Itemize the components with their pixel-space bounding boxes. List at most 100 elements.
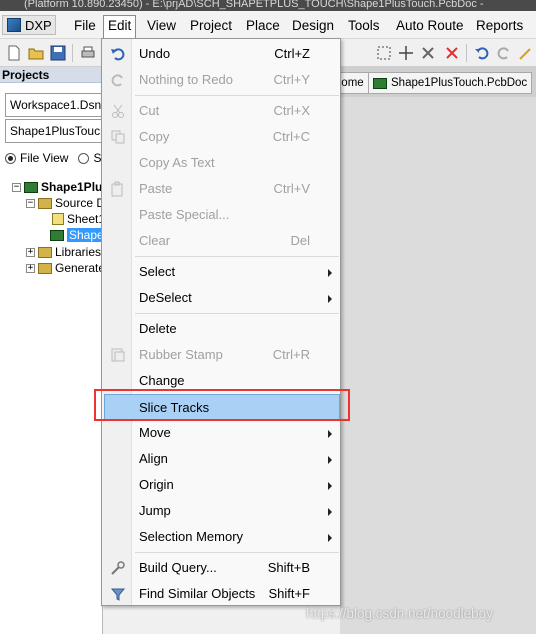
pcb-canvas[interactable] <box>340 97 536 634</box>
menu-project[interactable]: Project <box>186 15 236 36</box>
folder-icon <box>38 197 52 209</box>
move-label: Move <box>139 425 171 440</box>
tab-pcbdoc-label: Shape1PlusTouch.PcbDoc <box>391 77 528 89</box>
menu-redo[interactable]: Nothing to Redo Ctrl+Y <box>104 67 340 93</box>
origin-label: Origin <box>139 477 174 492</box>
projects-panel: Projects Workspace1.DsnWrk Shape1PlusTou… <box>0 67 214 634</box>
dxp-menu[interactable]: DXP <box>2 15 56 35</box>
file-view-radio[interactable] <box>5 152 16 164</box>
submenu-arrow-icon <box>328 269 332 277</box>
paste-special-label: Paste Special... <box>139 207 230 222</box>
edit-menu: Undo Ctrl+Z Nothing to Redo Ctrl+Y Cut C… <box>101 38 341 606</box>
paste-icon <box>111 181 123 197</box>
copy-shortcut: Ctrl+C <box>272 129 310 144</box>
undo-icon <box>111 48 125 61</box>
menu-delete[interactable]: Delete <box>104 316 340 342</box>
view-radio-group: File View St <box>5 151 105 165</box>
menu-undo[interactable]: Undo Ctrl+Z <box>104 41 340 67</box>
expand-icon[interactable]: + <box>26 263 35 273</box>
menu-find-similar[interactable]: Find Similar Objects Shift+F <box>104 581 340 607</box>
move-icon[interactable] <box>398 45 414 61</box>
menu-view[interactable]: View <box>143 15 180 36</box>
select-area-icon[interactable] <box>376 45 392 61</box>
menu-jump[interactable]: Jump <box>104 498 340 524</box>
tree-libraries[interactable]: + Libraries <box>26 245 101 259</box>
submenu-arrow-icon <box>328 482 332 490</box>
find-similar-shortcut: Shift+F <box>268 586 310 601</box>
print-icon[interactable] <box>80 45 96 61</box>
menu-file[interactable]: File <box>70 15 100 36</box>
undo-label: Undo <box>139 46 171 61</box>
menu-copy-as-text[interactable]: Copy As Text <box>104 150 340 176</box>
menu-paste-special[interactable]: Paste Special... <box>104 202 340 228</box>
save-icon[interactable] <box>50 45 66 61</box>
panel-title: Projects <box>0 67 102 83</box>
cut-label: Cut <box>139 103 160 118</box>
clear-label: Clear <box>139 233 171 248</box>
dxp-icon <box>7 18 21 32</box>
build-query-label: Build Query... <box>139 560 217 575</box>
find-similar-label: Find Similar Objects <box>139 586 256 601</box>
menu-bar: DXP File Edit View Project Place Design … <box>0 11 536 39</box>
annotation-highlight-box <box>94 389 350 421</box>
clear-selection-icon[interactable] <box>444 45 460 61</box>
folder-icon <box>38 262 52 274</box>
undo-icon[interactable] <box>474 45 490 61</box>
menu-copy[interactable]: Copy Ctrl+C <box>104 124 340 150</box>
select-label: Select <box>139 264 176 279</box>
delete-label: Delete <box>139 321 177 336</box>
menu-design[interactable]: Design <box>288 15 338 36</box>
cut-icon <box>112 104 124 118</box>
menu-origin[interactable]: Origin <box>104 472 340 498</box>
cut-shortcut: Ctrl+X <box>273 103 310 118</box>
structure-view-radio[interactable] <box>78 152 90 164</box>
redo-icon[interactable] <box>496 45 512 61</box>
pcb-doc-icon <box>50 229 64 241</box>
submenu-arrow-icon <box>328 508 332 516</box>
menu-cut[interactable]: Cut Ctrl+X <box>104 98 340 124</box>
redo-label: Nothing to Redo <box>139 72 233 87</box>
menu-deselect[interactable]: DeSelect <box>104 285 340 311</box>
menu-rubber-stamp[interactable]: Rubber Stamp Ctrl+R <box>104 342 340 368</box>
project-combo[interactable]: Shape1PlusTouch.PrjPcb <box>5 119 103 143</box>
collapse-icon[interactable]: − <box>26 198 35 208</box>
tree-generated[interactable]: + Generated <box>26 261 112 275</box>
tab-pcbdoc[interactable]: Shape1PlusTouch.PcbDoc <box>368 72 533 94</box>
workspace-combo[interactable]: Workspace1.DsnWrk <box>5 93 103 117</box>
redo-shortcut: Ctrl+Y <box>273 72 310 87</box>
menu-build-query[interactable]: Build Query... Shift+B <box>104 555 340 581</box>
copy-as-text-label: Copy As Text <box>139 155 215 170</box>
menu-auto-route[interactable]: Auto Route <box>392 15 468 36</box>
copy-label: Copy <box>139 129 170 144</box>
build-query-icon <box>111 561 125 575</box>
window-title: (Platform 10.890.23450) - E:\prjAD\SCH_S… <box>0 0 536 11</box>
paste-shortcut: Ctrl+V <box>273 181 310 196</box>
new-file-icon[interactable] <box>6 45 22 61</box>
expand-icon[interactable]: + <box>26 247 35 257</box>
menu-clear[interactable]: Clear Del <box>104 228 340 254</box>
file-view-label: File View <box>20 151 69 165</box>
align-label: Align <box>139 451 168 466</box>
open-folder-icon[interactable] <box>28 45 44 61</box>
menu-paste[interactable]: Paste Ctrl+V <box>104 176 340 202</box>
menu-align[interactable]: Align <box>104 446 340 472</box>
submenu-arrow-icon <box>328 456 332 464</box>
collapse-icon[interactable]: − <box>12 182 21 192</box>
redo-icon <box>111 74 123 87</box>
menu-select[interactable]: Select <box>104 259 340 285</box>
menu-edit[interactable]: Edit <box>103 15 137 39</box>
select-toggle-icon[interactable] <box>420 45 436 61</box>
wizard-icon[interactable] <box>518 45 534 61</box>
menu-move[interactable]: Move <box>104 420 340 446</box>
menu-reports[interactable]: Reports <box>472 15 527 36</box>
filter-icon <box>110 588 126 601</box>
submenu-arrow-icon <box>328 295 332 303</box>
submenu-arrow-icon <box>328 430 332 438</box>
menu-tools[interactable]: Tools <box>344 15 384 36</box>
deselect-label: DeSelect <box>139 290 192 305</box>
menu-selection-memory[interactable]: Selection Memory <box>104 524 340 550</box>
menu-place[interactable]: Place <box>242 15 284 36</box>
rubber-stamp-icon <box>111 348 125 362</box>
rubber-stamp-shortcut: Ctrl+R <box>272 347 310 362</box>
folder-icon <box>38 246 52 258</box>
